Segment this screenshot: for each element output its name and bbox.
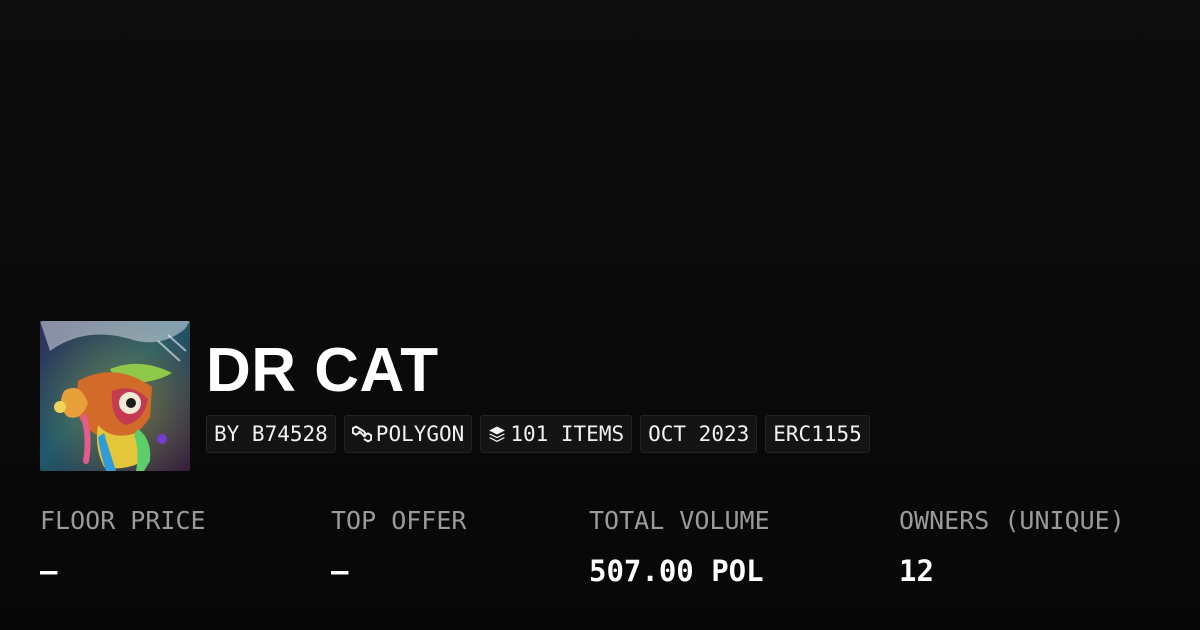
stat-value: 12 [899, 554, 934, 588]
date-chip-label: OCT 2023 [648, 422, 750, 446]
stat-top-offer: TOP OFFER – [331, 505, 466, 588]
stat-label: FLOOR PRICE [40, 506, 206, 535]
creator-chip-label: BY B74528 [214, 422, 328, 446]
chain-chip[interactable]: POLYGON [343, 415, 473, 453]
items-chip[interactable]: 101 ITEMS [480, 415, 633, 453]
stat-value: – [40, 554, 58, 588]
layers-icon [489, 426, 506, 442]
polygon-chain-icon [351, 425, 372, 443]
creator-chip[interactable]: BY B74528 [206, 415, 336, 453]
stat-label: TOP OFFER [331, 506, 467, 535]
stat-label: OWNERS (UNIQUE) [899, 506, 1125, 535]
token-standard-chip: ERC1155 [765, 415, 870, 453]
stat-value: 507.00 POL [589, 554, 764, 588]
stat-total-volume: TOTAL VOLUME 507.00 POL [589, 505, 770, 588]
stat-label: TOTAL VOLUME [589, 506, 770, 535]
psychedelic-cat-artwork-icon [40, 321, 190, 471]
stat-floor-price: FLOOR PRICE – [40, 505, 206, 588]
stat-owners: OWNERS (UNIQUE) 12 [899, 505, 1125, 588]
items-chip-label: 101 ITEMS [510, 422, 625, 446]
collection-title: DR CAT [206, 336, 439, 405]
date-chip: OCT 2023 [640, 415, 758, 453]
token-standard-chip-label: ERC1155 [773, 422, 862, 446]
chain-chip-label: POLYGON [375, 422, 465, 446]
collection-avatar [40, 321, 190, 471]
stat-value: – [331, 554, 349, 588]
collection-meta-chips: BY B74528 POLYGON 101 ITEMS OCT 2023 ERC… [206, 415, 870, 453]
